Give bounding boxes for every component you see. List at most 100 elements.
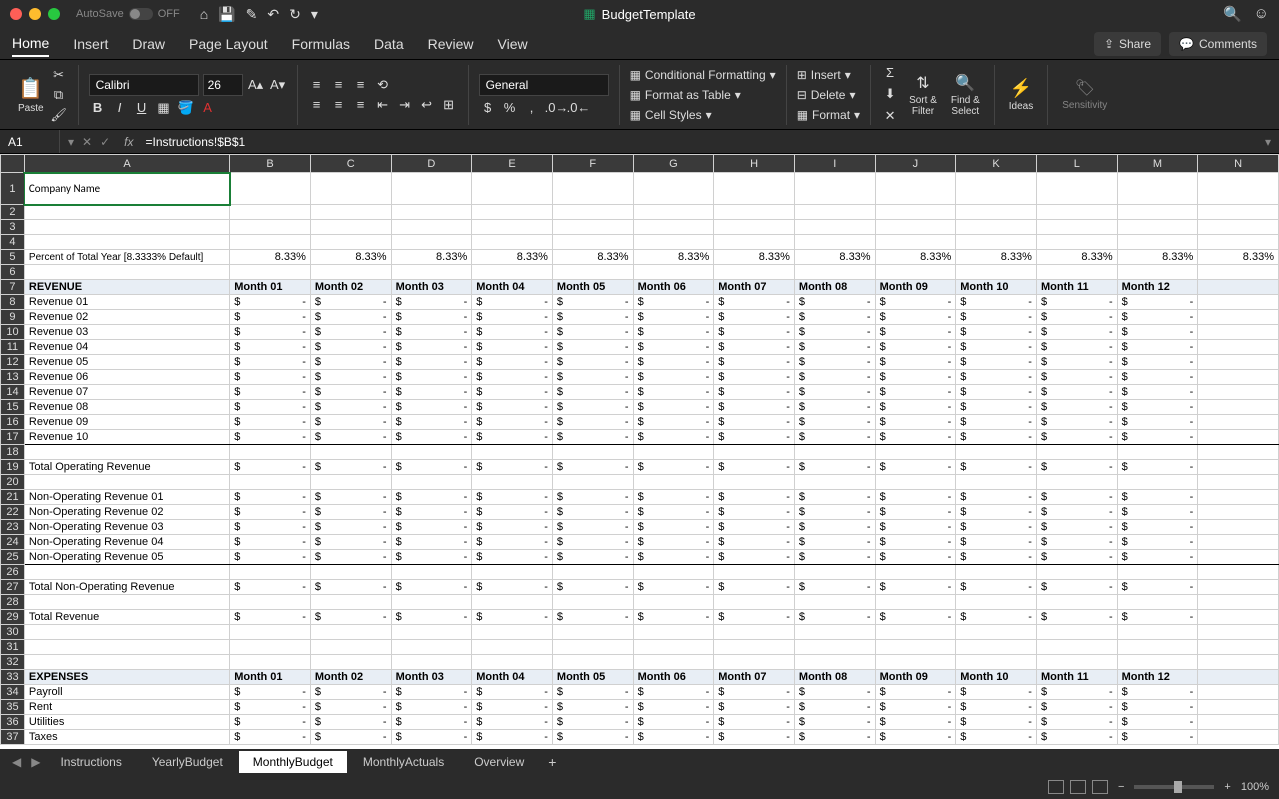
cell[interactable]: $- (1036, 580, 1117, 595)
cell[interactable]: $- (552, 355, 633, 370)
cell[interactable]: $- (714, 505, 795, 520)
cell[interactable]: $- (391, 295, 472, 310)
cell[interactable]: $- (794, 325, 875, 340)
cell[interactable] (1198, 220, 1279, 235)
cell[interactable] (956, 265, 1037, 280)
cell[interactable]: $- (714, 700, 795, 715)
cell[interactable] (1117, 265, 1198, 280)
cell[interactable] (1198, 173, 1279, 205)
cell[interactable]: $- (956, 730, 1037, 745)
cell[interactable] (230, 205, 311, 220)
cell[interactable]: $- (472, 490, 553, 505)
cell[interactable]: $- (875, 310, 956, 325)
cell[interactable]: $- (714, 520, 795, 535)
menu-home[interactable]: Home (12, 31, 49, 57)
cell[interactable] (310, 595, 391, 610)
cell[interactable]: Utilities (24, 715, 229, 730)
cell[interactable] (1198, 475, 1279, 490)
cell[interactable] (1198, 400, 1279, 415)
row-header[interactable]: 12 (1, 355, 25, 370)
column-header[interactable]: E (472, 155, 553, 173)
cell[interactable]: Month 01 (230, 670, 311, 685)
cell[interactable]: $- (1036, 730, 1117, 745)
cell[interactable]: $- (956, 715, 1037, 730)
cell[interactable]: $- (230, 520, 311, 535)
cell[interactable]: $- (310, 550, 391, 565)
cell[interactable] (714, 625, 795, 640)
cell[interactable]: Month 03 (391, 280, 472, 295)
cell[interactable] (24, 625, 229, 640)
cell[interactable]: $- (794, 505, 875, 520)
cell[interactable] (956, 235, 1037, 250)
cell[interactable]: $- (714, 310, 795, 325)
cell[interactable] (633, 655, 714, 670)
cell[interactable]: $- (472, 715, 553, 730)
cell[interactable] (1198, 235, 1279, 250)
cell[interactable] (310, 205, 391, 220)
cell[interactable] (230, 655, 311, 670)
cell[interactable] (956, 445, 1037, 460)
cell[interactable]: $- (230, 310, 311, 325)
cell[interactable]: Month 01 (230, 280, 311, 295)
cell[interactable]: $- (230, 370, 311, 385)
cell[interactable]: $- (956, 400, 1037, 415)
row-header[interactable]: 4 (1, 235, 25, 250)
cell[interactable]: $- (552, 400, 633, 415)
comma-icon[interactable]: , (523, 100, 541, 115)
cell[interactable]: $- (875, 385, 956, 400)
cell[interactable]: $- (310, 520, 391, 535)
cell[interactable]: $- (714, 355, 795, 370)
confirm-formula-icon[interactable]: ✓ (100, 135, 110, 149)
cell[interactable]: $- (633, 520, 714, 535)
cell[interactable] (1036, 235, 1117, 250)
cell[interactable] (310, 625, 391, 640)
cell[interactable] (956, 565, 1037, 580)
cell[interactable]: 8.33% (1117, 250, 1198, 265)
cell[interactable] (956, 640, 1037, 655)
cell[interactable] (875, 640, 956, 655)
conditional-formatting-button[interactable]: ▦Conditional Formatting ▾ (630, 68, 776, 82)
cell[interactable] (230, 565, 311, 580)
cell[interactable]: $- (391, 460, 472, 475)
cell[interactable]: $- (1036, 685, 1117, 700)
cell[interactable] (230, 475, 311, 490)
cell[interactable] (310, 235, 391, 250)
autosave-control[interactable]: AutoSave OFF (76, 8, 180, 20)
cell[interactable]: $- (875, 505, 956, 520)
cell[interactable]: 8.33% (230, 250, 311, 265)
cell[interactable]: $- (633, 715, 714, 730)
cell[interactable] (794, 475, 875, 490)
cell[interactable] (391, 220, 472, 235)
cell[interactable] (472, 655, 553, 670)
select-all-corner[interactable] (1, 155, 25, 173)
cell[interactable]: $- (472, 370, 553, 385)
cell[interactable]: $- (1036, 340, 1117, 355)
cell[interactable] (1198, 355, 1279, 370)
cell[interactable]: 8.33% (1036, 250, 1117, 265)
cell-styles-button[interactable]: ▦Cell Styles ▾ (630, 108, 776, 122)
cell[interactable]: $- (714, 370, 795, 385)
cell[interactable] (230, 445, 311, 460)
cell[interactable]: Month 02 (310, 280, 391, 295)
cell[interactable]: $- (633, 355, 714, 370)
cell[interactable]: $- (472, 340, 553, 355)
cell[interactable] (956, 173, 1037, 205)
cell[interactable]: $- (633, 685, 714, 700)
cell[interactable] (310, 565, 391, 580)
cell[interactable] (794, 625, 875, 640)
cell[interactable] (552, 595, 633, 610)
cell[interactable]: $- (310, 535, 391, 550)
cell[interactable]: Non-Operating Revenue 02 (24, 505, 229, 520)
column-header[interactable]: I (794, 155, 875, 173)
sheet-tab-monthlyactuals[interactable]: MonthlyActuals (349, 751, 458, 773)
cell[interactable]: $- (956, 355, 1037, 370)
cell[interactable]: $- (552, 685, 633, 700)
cell[interactable] (714, 445, 795, 460)
cell[interactable]: $- (633, 415, 714, 430)
cell[interactable]: $- (714, 415, 795, 430)
cell[interactable] (1198, 520, 1279, 535)
cell[interactable]: $- (956, 490, 1037, 505)
row-header[interactable]: 30 (1, 625, 25, 640)
cell[interactable]: $- (552, 610, 633, 625)
cell[interactable]: $- (1036, 490, 1117, 505)
